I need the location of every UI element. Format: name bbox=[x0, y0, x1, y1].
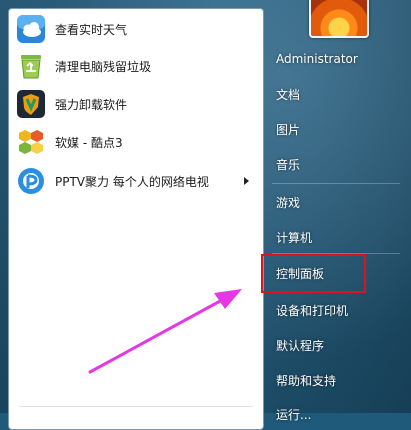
annotation-arrow-icon bbox=[88, 289, 242, 374]
